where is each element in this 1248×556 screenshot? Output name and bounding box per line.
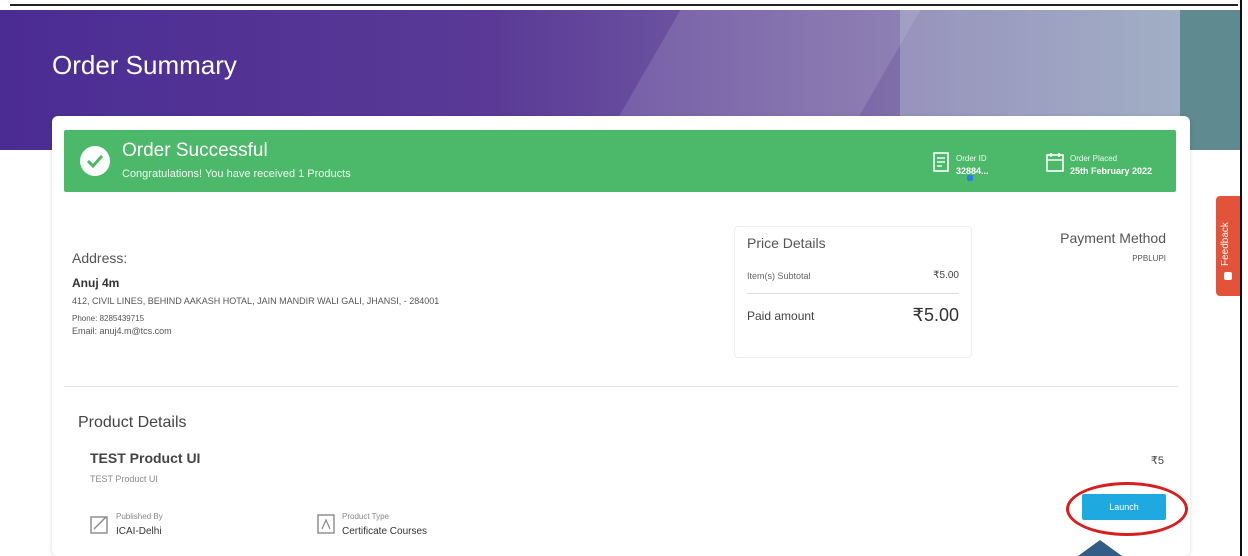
address-line: 412, CIVIL LINES, BEHIND AAKASH HOTAL, J… [72, 296, 440, 306]
product-details-heading: Product Details [78, 414, 187, 431]
window-border [1240, 0, 1242, 556]
section-divider [64, 386, 1178, 387]
success-subtitle: Congratulations! You have received 1 Pro… [122, 168, 351, 180]
product-subtitle: TEST Product UI [90, 474, 158, 484]
receipt-icon [933, 152, 949, 172]
arrow-annotation [1078, 540, 1122, 556]
payment-method-value: PPBLUPI [1132, 254, 1166, 263]
feedback-tab[interactable]: Feedback [1216, 196, 1240, 296]
address-name: Anuj 4m [72, 276, 120, 290]
top-rule [10, 4, 1238, 6]
published-by-label: Published By [116, 512, 163, 521]
page-title: Order Summary [52, 50, 237, 80]
product-type-label: Product Type [342, 512, 389, 521]
price-details-box: Price Details Item(s) Subtotal ₹5.00 Pai… [734, 226, 972, 358]
price-divider [747, 293, 959, 294]
address-label: Address: [72, 250, 128, 266]
calendar-icon [1046, 153, 1064, 172]
order-id-label: Order ID [956, 154, 987, 163]
check-icon [80, 146, 110, 176]
paid-amount-label: Paid amount [747, 309, 815, 323]
address-email: Email: anuj4.m@tcs.com [72, 326, 172, 336]
success-title: Order Successful [122, 140, 268, 161]
order-placed-label: Order Placed [1070, 154, 1118, 163]
product-price: ₹5 [1150, 455, 1164, 467]
order-placed-value: 25th February 2022 [1070, 166, 1153, 176]
success-banner: Order Successful Congratulations! You ha… [64, 130, 1176, 192]
product-type-value: Certificate Courses [342, 526, 428, 537]
address-phone: Phone: 8285439715 [72, 314, 145, 323]
subtotal-label: Item(s) Subtotal [747, 271, 811, 281]
product-name: TEST Product UI [90, 450, 201, 466]
published-by-value: ICAI-Delhi [116, 526, 162, 537]
feedback-icon [1224, 272, 1232, 280]
feedback-label: Feedback [1220, 222, 1231, 266]
copy-icon[interactable] [967, 175, 973, 181]
paid-amount-value: ₹5.00 [912, 305, 960, 325]
pdf-icon [317, 514, 335, 534]
edit-document-icon [90, 516, 108, 534]
price-details-title: Price Details [747, 235, 826, 251]
launch-button[interactable]: Launch [1082, 494, 1166, 520]
subtotal-value: ₹5.00 [933, 270, 959, 281]
payment-method-title: Payment Method [1060, 230, 1166, 246]
order-card: Order Successful Congratulations! You ha… [52, 116, 1190, 556]
